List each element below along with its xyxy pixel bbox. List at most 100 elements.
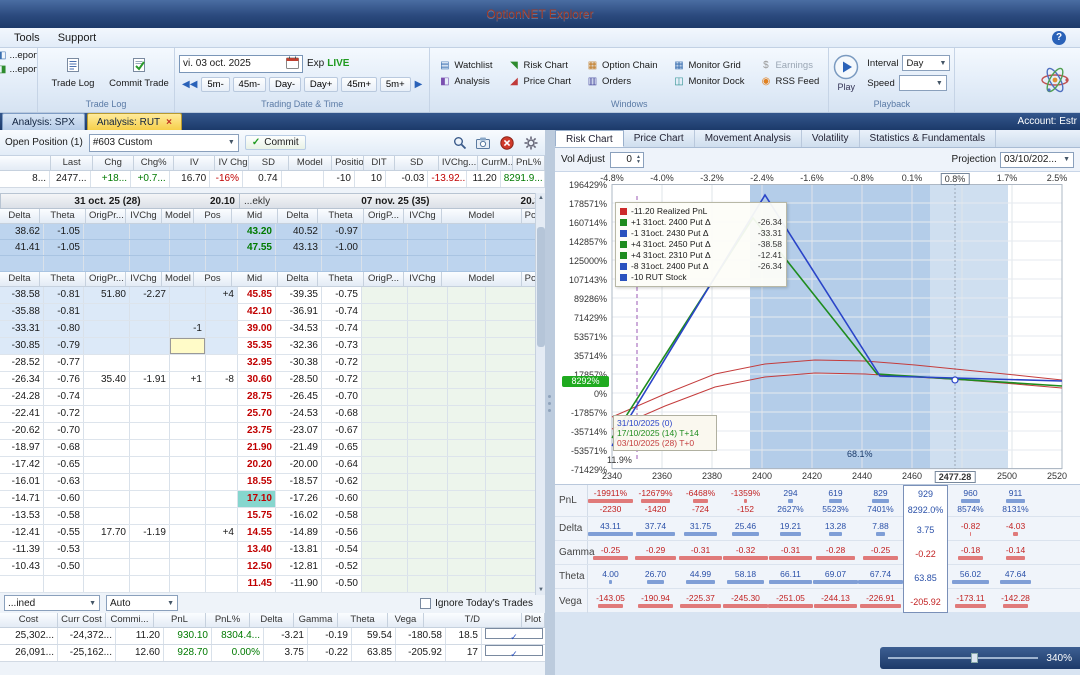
window-toggle-button[interactable]: ◥ Risk Chart — [504, 58, 577, 73]
cancel-stop-icon[interactable] — [498, 134, 516, 152]
pos-cell[interactable] — [206, 457, 238, 473]
pos-cell[interactable] — [206, 440, 238, 456]
time-step-button[interactable]: 5m- — [201, 76, 230, 92]
pos-cell[interactable]: +4 — [206, 287, 238, 303]
model-cell[interactable] — [448, 542, 486, 558]
model-cell[interactable] — [448, 474, 486, 490]
window-toggle-button[interactable]: ◧ Analysis — [434, 74, 497, 89]
model-cell[interactable] — [170, 338, 206, 354]
summary-data-row[interactable]: 8... 2477... +18... +0.7... 16.70 -16% 0.74 -10… — [0, 171, 545, 188]
model-cell[interactable] — [170, 508, 206, 524]
interval-select[interactable]: Day ▼ — [902, 55, 951, 71]
option-row[interactable]: -20.62 -0.70 23.75 -23.07 -0.67 — [0, 423, 545, 440]
model-cell[interactable] — [170, 389, 206, 405]
plot-checkbox[interactable]: ✓ — [485, 628, 543, 642]
model-cell[interactable]: +1 — [170, 372, 206, 388]
projection-select[interactable]: 03/10/202... ▼ — [1000, 151, 1074, 168]
option-row[interactable]: -18.97 -0.68 21.90 -21.49 -0.65 — [0, 440, 545, 457]
window-toggle-button[interactable]: ◢ Price Chart — [504, 74, 577, 89]
window-toggle-button[interactable]: ◉ RSS Feed — [755, 74, 824, 89]
model-cell[interactable] — [170, 287, 206, 303]
reports-button-2[interactable]: ◨ ...eports — [0, 64, 37, 75]
option-row[interactable]: 41.41 -1.05 47.55 43.13 -1.00 — [0, 240, 545, 256]
pos-cell[interactable] — [206, 508, 238, 524]
pos-cell[interactable] — [206, 559, 238, 575]
model-cell[interactable] — [448, 372, 486, 388]
calendar-icon[interactable] — [286, 56, 299, 72]
option-row[interactable]: -24.28 -0.74 28.75 -26.45 -0.70 — [0, 389, 545, 406]
time-step-button[interactable]: 5m+ — [379, 76, 411, 92]
option-row[interactable]: -28.52 -0.77 32.95 -30.38 -0.72 — [0, 355, 545, 372]
pos-cell[interactable] — [206, 224, 238, 239]
pos-cell[interactable] — [206, 491, 238, 507]
model-cell[interactable] — [448, 256, 486, 271]
model-cell[interactable]: -1 — [170, 321, 206, 337]
model-cell[interactable] — [170, 559, 206, 575]
pos-cell[interactable] — [206, 304, 238, 320]
pos-cell[interactable] — [206, 321, 238, 337]
reports-button-1[interactable]: ◧ ...eports — [0, 50, 37, 61]
model-cell[interactable] — [170, 256, 206, 271]
model-cell[interactable] — [448, 240, 486, 255]
time-step-button[interactable]: 45m- — [232, 76, 267, 92]
play-button[interactable] — [833, 54, 859, 82]
option-row[interactable] — [0, 256, 545, 272]
option-row[interactable]: -11.39 -0.53 13.40 -13.81 -0.54 — [0, 542, 545, 559]
zoom-slider-thumb[interactable] — [970, 653, 978, 663]
model-cell[interactable] — [170, 423, 206, 439]
pos-cell[interactable] — [206, 355, 238, 371]
option-row[interactable]: -17.42 -0.65 20.20 -20.00 -0.64 — [0, 457, 545, 474]
chart-tab[interactable]: Statistics & Fundamentals — [860, 130, 997, 147]
model-cell[interactable] — [448, 440, 486, 456]
option-row[interactable]: -14.71 -0.60 17.10 -17.26 -0.60 — [0, 491, 545, 508]
option-row[interactable]: -16.01 -0.63 18.55 -18.57 -0.62 — [0, 474, 545, 491]
model-cell[interactable] — [448, 423, 486, 439]
model-cell[interactable] — [448, 338, 486, 354]
option-row[interactable]: -35.88 -0.81 42.10 -36.91 -0.74 — [0, 304, 545, 321]
window-toggle-button[interactable]: ▤ Watchlist — [434, 58, 497, 73]
expiration-header-nov[interactable]: ...ekly 07 nov. 25 (35) 20.3 — [240, 193, 545, 209]
menu-support[interactable]: Support — [58, 32, 97, 44]
option-row[interactable]: -10.43 -0.50 12.50 -12.81 -0.52 — [0, 559, 545, 576]
time-step-button[interactable]: Day+ — [303, 76, 339, 92]
model-cell[interactable] — [448, 576, 486, 592]
chart-tab[interactable]: Volatility — [802, 130, 860, 147]
pos-cell[interactable] — [206, 423, 238, 439]
model-cell[interactable] — [170, 304, 206, 320]
model-cell[interactable] — [448, 304, 486, 320]
chart-tab[interactable]: Risk Chart — [555, 130, 624, 147]
pos-cell[interactable] — [206, 406, 238, 422]
model-cell[interactable] — [448, 287, 486, 303]
speed-select[interactable]: ▼ — [898, 75, 947, 91]
model-cell[interactable] — [448, 321, 486, 337]
window-toggle-button[interactable]: ◫ Monitor Dock — [668, 74, 749, 89]
option-row[interactable]: -38.58 -0.81 51.80 -2.27 +4 45.85 -39.35 -0… — [0, 287, 545, 304]
window-toggle-button[interactable]: $ Earnings — [755, 58, 824, 73]
option-row[interactable]: -12.41 -0.55 17.70 -1.19 +4 14.55 -14.89 -0… — [0, 525, 545, 542]
trade-log-button[interactable]: Trade Log — [42, 51, 104, 95]
totals-row[interactable]: 25,302... -24,372... 11.20 930.10 8304.4..… — [0, 628, 545, 645]
auto-select[interactable]: Auto ▼ — [106, 595, 178, 611]
trading-date-field[interactable]: vi. 03 oct. 2025 — [179, 54, 303, 73]
help-icon[interactable]: ? — [1052, 30, 1066, 45]
rewind-icon[interactable]: ◀◀ — [179, 79, 200, 90]
option-row[interactable]: -13.53 -0.58 15.75 -16.02 -0.58 — [0, 508, 545, 525]
plot-checkbox[interactable]: ✓ — [485, 645, 543, 659]
stepper-arrows-icon[interactable]: ▲ ▼ — [634, 154, 643, 165]
model-cell[interactable] — [448, 389, 486, 405]
time-step-button[interactable]: Day- — [268, 76, 302, 92]
model-cell[interactable] — [448, 406, 486, 422]
model-cell[interactable] — [448, 224, 486, 239]
model-cell[interactable] — [170, 474, 206, 490]
option-row[interactable]: -26.34 -0.76 35.40 -1.91 +1 -8 30.60 -28.50 … — [0, 372, 545, 389]
panel-splitter[interactable] — [545, 130, 555, 675]
window-toggle-button[interactable]: ▥ Orders — [582, 74, 662, 89]
chart-tab[interactable]: Price Chart — [624, 130, 695, 147]
menu-tools[interactable]: Tools — [14, 32, 40, 44]
option-row[interactable]: -33.31 -0.80 -1 39.00 -34.53 -0.74 — [0, 321, 545, 338]
totals-row[interactable]: 26,091... -25,162... 12.60 928.70 0.00% 3.7… — [0, 645, 545, 662]
pos-cell[interactable] — [206, 576, 238, 592]
model-cell[interactable] — [170, 457, 206, 473]
pos-cell[interactable]: +4 — [206, 525, 238, 541]
commit-button[interactable]: ✓ Commit — [244, 135, 306, 150]
